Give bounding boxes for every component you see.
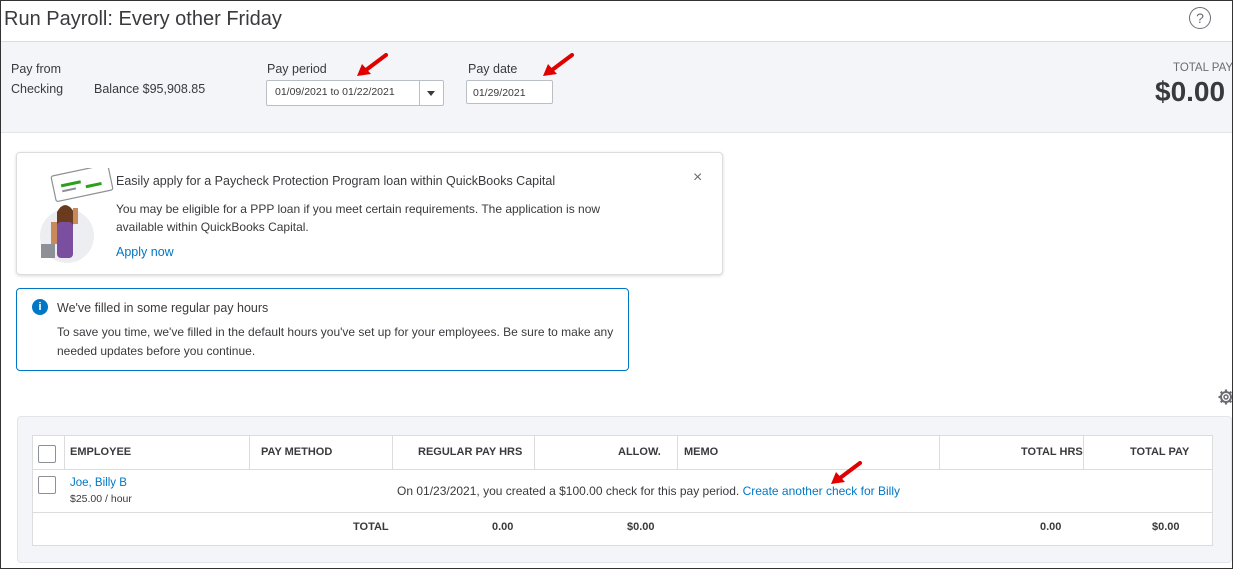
total-pay-label: TOTAL PAY [1173,62,1233,74]
column-header-regular-pay-hrs: REGULAR PAY HRS [418,446,523,458]
total-regular-hrs: 0.00 [492,521,514,533]
select-divider [419,81,420,105]
column-divider [392,436,393,469]
red-arrow-icon [543,53,574,76]
red-arrow-icon [831,461,862,484]
title-bar: Run Payroll: Every other Friday ? [1,1,1232,42]
apply-now-link[interactable]: Apply now [116,245,174,259]
info-title: We've filled in some regular pay hours [57,301,269,315]
column-divider [64,436,65,469]
payroll-table-section: EMPLOYEE PAY METHOD REGULAR PAY HRS ALLO… [17,416,1232,563]
column-header-total-hrs: TOTAL HRS [1021,446,1083,458]
chevron-down-icon[interactable] [427,91,435,96]
employee-rate: $25.00 / hour [70,493,132,505]
info-icon: i [32,299,48,315]
help-icon[interactable]: ? [1189,7,1211,29]
red-arrow-icon [357,53,388,76]
create-another-check-link[interactable]: Create another check for Billy [743,484,900,498]
pay-date-label: Pay date [468,62,518,76]
column-divider [677,436,678,469]
column-header-memo: MEMO [684,446,719,458]
column-divider [939,436,940,469]
payroll-header: Pay from Checking Balance $95,908.85 Pay… [1,42,1232,133]
row-divider [33,469,1212,470]
column-header-allow: ALLOW. [618,446,661,458]
column-divider [534,436,535,469]
info-body: To save you time, we've filled in the de… [57,325,614,358]
pay-period-label: Pay period [267,62,327,76]
close-icon[interactable]: × [693,169,702,187]
pay-period-select[interactable]: 01/09/2021 to 01/22/2021 [266,80,444,106]
employee-checkbox[interactable] [38,476,56,494]
payroll-table: EMPLOYEE PAY METHOD REGULAR PAY HRS ALLO… [32,435,1213,546]
total-pay-amount: $0.00 [1152,521,1180,533]
column-header-employee[interactable]: EMPLOYEE [70,436,131,469]
promo-body: You may be eligible for a PPP loan if yo… [116,202,601,234]
column-divider [1083,436,1084,469]
select-all-checkbox[interactable] [38,445,56,463]
pay-from-account[interactable]: Checking [11,82,63,96]
ppp-illustration-icon [40,168,114,263]
total-pay-value: $0.00 [1155,76,1226,107]
ppp-loan-promo-card: Easily apply for a Paycheck Protection P… [16,152,723,275]
pay-period-value: 01/09/2021 to 01/22/2021 [275,86,395,98]
employee-name-link[interactable]: Joe, Billy B [70,477,127,489]
column-divider [249,436,250,469]
pay-date-input[interactable]: 01/29/2021 [466,80,553,104]
total-hrs: 0.00 [1040,521,1062,533]
total-allow: $0.00 [627,521,655,533]
existing-check-text: On 01/23/2021, you created a $100.00 che… [397,484,740,498]
column-header-pay-method: PAY METHOD [261,446,333,458]
column-header-total-pay: TOTAL PAY [1130,446,1190,458]
payroll-window: Run Payroll: Every other Friday ? Pay fr… [0,0,1233,569]
regular-hours-info-box: i We've filled in some regular pay hours… [16,288,629,371]
total-label: TOTAL [353,521,389,533]
existing-check-message: On 01/23/2021, you created a $100.00 che… [397,484,900,498]
promo-title: Easily apply for a Paycheck Protection P… [116,174,556,188]
gear-icon[interactable] [1218,389,1233,405]
pay-from-label: Pay from [11,62,62,76]
page-title: Run Payroll: Every other Friday [4,8,282,30]
row-divider [33,512,1212,513]
account-balance: Balance $95,908.85 [94,82,206,96]
